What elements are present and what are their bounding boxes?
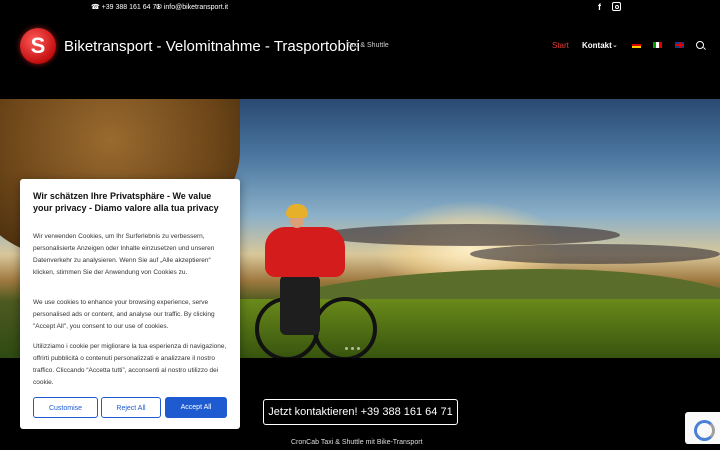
site-header: S Biketransport - Velomitnahme - Traspor… (0, 16, 720, 99)
phone-number[interactable]: ☎ +39 388 161 64 71 (91, 3, 160, 11)
footer-text: CronCab Taxi & Shuttle mit Bike-Transpor… (291, 439, 423, 446)
cookie-text-it: Utilizziamo i cookie per migliorare la t… (33, 343, 227, 386)
search-icon[interactable] (696, 41, 704, 49)
cloud (470, 244, 720, 264)
chevron-down-icon[interactable]: ⌄ (612, 41, 618, 49)
cyclist-legs (280, 275, 320, 335)
slider-dot[interactable] (345, 347, 348, 350)
email-link[interactable]: ✉ info@biketransport.it (156, 3, 228, 11)
facebook-icon[interactable]: f (598, 2, 601, 12)
cyclist-jacket (265, 227, 345, 277)
contact-button[interactable]: Jetzt kontaktieren! +39 388 161 64 71 (263, 399, 458, 425)
slider-dot[interactable] (357, 347, 360, 350)
recaptcha-badge[interactable] (685, 412, 720, 444)
top-bar: ☎ +39 388 161 64 71 ✉ info@biketransport… (0, 0, 720, 16)
cookie-text-de: Wir verwenden Cookies, um Ihr Surferlebn… (33, 233, 215, 276)
cookie-consent-dialog: Wir schätzen Ihre Privatsphäre - We valu… (20, 179, 240, 429)
cookie-text-en: We use cookies to enhance your browsing … (33, 299, 215, 330)
flag-en-icon[interactable] (675, 42, 684, 48)
slider-dot[interactable] (351, 347, 354, 350)
accept-all-button[interactable]: Accept All (165, 397, 227, 418)
nav-item-start[interactable]: Start (552, 41, 569, 50)
helmet (286, 204, 308, 218)
email-text: info@biketransport.it (163, 4, 229, 11)
flag-it-icon[interactable] (653, 42, 662, 48)
customise-button[interactable]: Customise (33, 397, 98, 418)
reject-all-button[interactable]: Reject All (101, 397, 161, 418)
tagline: Taxi & Shuttle (346, 42, 389, 49)
slider-dots (345, 337, 363, 355)
phone-text: +39 388 161 64 71 (101, 4, 161, 11)
site-title[interactable]: Biketransport - Velomitnahme - Trasporto… (64, 38, 360, 55)
nav-item-kontakt[interactable]: Kontakt (582, 41, 612, 50)
instagram-icon[interactable] (612, 2, 621, 11)
logo[interactable]: S (20, 28, 56, 64)
cookie-title: Wir schätzen Ihre Privatsphäre - We valu… (33, 191, 219, 213)
flag-de-icon[interactable] (632, 42, 641, 48)
logo-mark: S (30, 33, 46, 58)
cloud (320, 224, 620, 246)
